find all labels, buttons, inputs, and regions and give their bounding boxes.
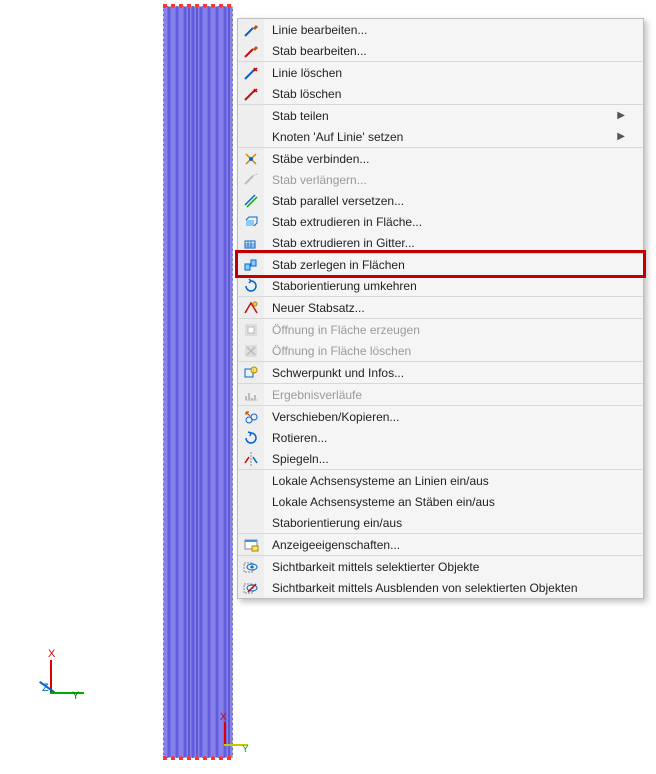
menu-item-label: Linie löschen <box>272 66 625 80</box>
menu-item-display-props[interactable]: Anzeigeeigenschaften... <box>238 533 643 555</box>
submenu-arrow-icon: ▶ <box>617 131 625 142</box>
reverse-orient-icon <box>238 275 264 296</box>
edit-member-icon <box>238 40 264 61</box>
centroid-info-icon: i <box>238 362 264 383</box>
axis-z-label: Z <box>42 682 49 694</box>
menu-item-label: Stab teilen <box>272 109 617 123</box>
menu-item-item-4[interactable]: Stab teilen▶ <box>238 104 643 126</box>
mirror-icon <box>238 448 264 469</box>
local-axis-x: X <box>220 712 227 723</box>
menu-item-label: Stab zerlegen in Flächen <box>272 258 625 272</box>
offset-member-icon <box>238 190 264 211</box>
menu-item-label: Stäbe verbinden... <box>272 152 625 166</box>
display-props-icon <box>238 534 264 555</box>
menu-item-label: Staborientierung umkehren <box>272 279 625 293</box>
menu-item-label: Linie bearbeiten... <box>272 23 625 37</box>
menu-item-centroid-info[interactable]: i Schwerpunkt und Infos... <box>238 361 643 383</box>
delete-opening-icon <box>238 340 264 361</box>
menu-item-delete-member[interactable]: Stab löschen <box>238 83 643 104</box>
menu-item-rotate[interactable]: Rotieren... <box>238 427 643 448</box>
menu-item-edit-line[interactable]: Linie bearbeiten... <box>238 19 643 40</box>
new-memberset-icon <box>238 297 264 318</box>
local-axis-indicator: X Y <box>212 712 252 760</box>
menu-item-extend-member: Stab verlängern... <box>238 169 643 190</box>
menu-item-extrude-surface[interactable]: Stab extrudieren in Fläche... <box>238 211 643 232</box>
local-axis-y: Y <box>242 744 249 755</box>
submenu-arrow-icon: ▶ <box>617 110 625 121</box>
menu-item-label: Stab extrudieren in Gitter... <box>272 236 625 250</box>
extrude-grid-icon <box>238 232 264 253</box>
menu-item-label: Rotieren... <box>272 431 625 445</box>
menu-item-label: Anzeigeeigenschaften... <box>272 538 625 552</box>
menu-item-label: Sichtbarkeit mittels Ausblenden von sele… <box>272 581 625 595</box>
menu-item-extrude-grid[interactable]: Stab extrudieren in Gitter... <box>238 232 643 253</box>
menu-item-move-copy[interactable]: Verschieben/Kopieren... <box>238 405 643 427</box>
menu-item-label: Stab bearbeiten... <box>272 44 625 58</box>
menu-item-create-opening: Öffnung in Fläche erzeugen <box>238 318 643 340</box>
menu-item-delete-opening: Öffnung in Fläche löschen <box>238 340 643 361</box>
svg-text:i: i <box>253 368 254 374</box>
menu-item-label: Stab extrudieren in Fläche... <box>272 215 625 229</box>
menu-item-offset-member[interactable]: Stab parallel versetzen... <box>238 190 643 211</box>
menu-item-label: Knoten 'Auf Linie' setzen <box>272 130 617 144</box>
menu-item-visibility-hide[interactable]: Sichtbarkeit mittels Ausblenden von sele… <box>238 577 643 598</box>
move-copy-icon <box>238 406 264 427</box>
blank-icon <box>238 105 264 126</box>
menu-item-new-memberset[interactable]: Neuer Stabsatz... <box>238 296 643 318</box>
menu-item-label: Lokale Achsensysteme an Linien ein/aus <box>272 474 625 488</box>
rotate-icon <box>238 427 264 448</box>
menu-item-label: Schwerpunkt und Infos... <box>272 366 625 380</box>
menu-item-label: Öffnung in Fläche löschen <box>272 344 625 358</box>
extrude-surface-icon <box>238 211 264 232</box>
delete-member-icon <box>238 83 264 104</box>
menu-item-edit-member[interactable]: Stab bearbeiten... <box>238 40 643 61</box>
menu-item-item-22[interactable]: Lokale Achsensysteme an Stäben ein/aus <box>238 491 643 512</box>
menu-item-item-23[interactable]: Staborientierung ein/aus <box>238 512 643 533</box>
explode-surfaces-icon <box>238 254 264 275</box>
menu-item-label: Öffnung in Fläche erzeugen <box>272 323 625 337</box>
blank-icon <box>238 126 264 147</box>
connect-members-icon <box>238 148 264 169</box>
menu-item-mirror[interactable]: Spiegeln... <box>238 448 643 469</box>
menu-item-label: Lokale Achsensysteme an Stäben ein/aus <box>272 495 625 509</box>
menu-item-explode-surfaces[interactable]: Stab zerlegen in Flächen <box>238 253 643 275</box>
context-menu[interactable]: Linie bearbeiten... Stab bearbeiten... Lin… <box>237 18 644 599</box>
create-opening-icon <box>238 319 264 340</box>
blank-icon <box>238 470 264 491</box>
menu-item-connect-members[interactable]: Stäbe verbinden... <box>238 147 643 169</box>
visibility-hide-icon <box>238 577 264 598</box>
menu-item-label: Stab verlängern... <box>272 173 625 187</box>
menu-item-visibility-select[interactable]: Sichtbarkeit mittels selektierter Objekt… <box>238 555 643 577</box>
axis-triad: X Y Z <box>20 648 80 708</box>
menu-item-label: Staborientierung ein/aus <box>272 516 625 530</box>
menu-item-label: Verschieben/Kopieren... <box>272 410 625 424</box>
menu-item-label: Stab löschen <box>272 87 625 101</box>
visibility-select-icon <box>238 556 264 577</box>
menu-item-item-21[interactable]: Lokale Achsensysteme an Linien ein/aus <box>238 469 643 491</box>
menu-item-label: Spiegeln... <box>272 452 625 466</box>
menu-item-delete-line[interactable]: Linie löschen <box>238 61 643 83</box>
axis-y-label: Y <box>72 690 79 702</box>
result-diagram-icon <box>238 384 264 405</box>
edit-line-icon <box>238 19 264 40</box>
menu-item-label: Stab parallel versetzen... <box>272 194 625 208</box>
blank-icon <box>238 512 264 533</box>
menu-item-label: Sichtbarkeit mittels selektierter Objekt… <box>272 560 625 574</box>
menu-item-result-diagram: Ergebnisverläufe <box>238 383 643 405</box>
menu-item-item-5[interactable]: Knoten 'Auf Linie' setzen▶ <box>238 126 643 147</box>
selected-member[interactable] <box>163 6 233 758</box>
menu-item-label: Ergebnisverläufe <box>272 388 625 402</box>
extend-member-icon <box>238 169 264 190</box>
blank-icon <box>238 491 264 512</box>
menu-item-reverse-orient[interactable]: Staborientierung umkehren <box>238 275 643 296</box>
delete-line-icon <box>238 62 264 83</box>
axis-x-label: X <box>48 648 55 660</box>
menu-item-label: Neuer Stabsatz... <box>272 301 625 315</box>
